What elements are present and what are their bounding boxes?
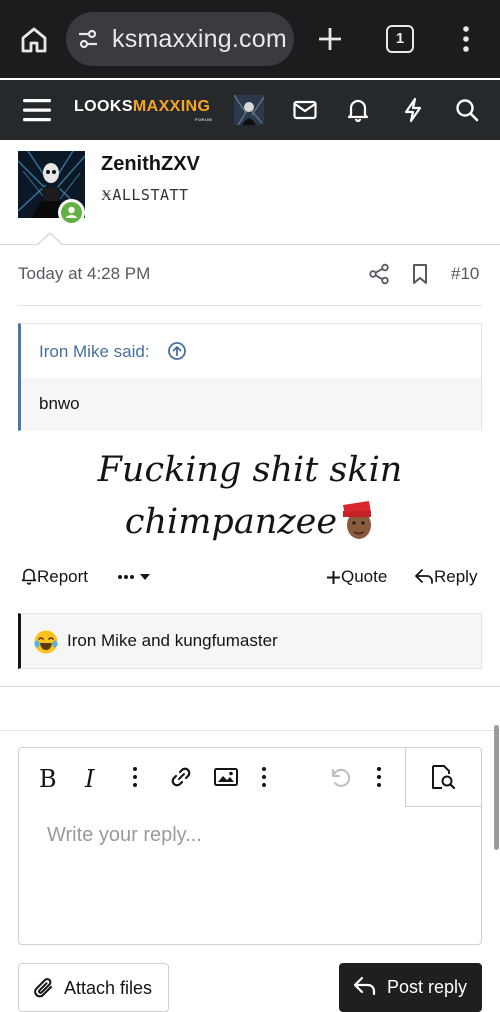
post-date[interactable]: Today at 4:28 PM — [18, 264, 150, 284]
divider — [0, 730, 500, 731]
menu-icon[interactable] — [22, 96, 52, 124]
preview-icon[interactable] — [429, 764, 457, 790]
post-text-line2: chimpanzee — [124, 502, 338, 542]
site-header: LOOKSMAXXING FORUM — [0, 80, 500, 140]
search-icon[interactable] — [454, 97, 480, 123]
quote-author[interactable]: Iron Mike said: — [39, 342, 150, 362]
site-settings-icon[interactable] — [76, 27, 100, 51]
toolbar-divider — [405, 748, 406, 806]
quote-label: Quote — [341, 567, 388, 586]
author-title: ӾALLSTATT — [101, 186, 189, 204]
quote-button[interactable]: Quote — [326, 567, 387, 587]
reactions-bar[interactable]: Iron Mike and kungfumaster — [18, 613, 482, 669]
more-vert-icon[interactable] — [454, 24, 478, 54]
home-icon[interactable] — [18, 24, 50, 56]
share-icon[interactable] — [368, 263, 390, 285]
plus-icon — [327, 571, 340, 584]
more-vert-icon[interactable] — [252, 764, 276, 790]
more-options-button[interactable] — [117, 567, 157, 587]
attach-files-label: Attach files — [64, 978, 153, 998]
toolbar-divider — [405, 806, 482, 807]
quote-text: bnwo — [39, 394, 80, 413]
reply-input[interactable]: Write your reply... — [47, 824, 202, 847]
address-bar[interactable]: ksmaxxing.com — [66, 12, 294, 66]
bell-icon — [21, 568, 37, 585]
quote-block: Iron Mike said: bnwo — [18, 323, 482, 431]
more-horiz-icon — [118, 574, 150, 580]
laughing-emoji-icon — [34, 630, 58, 654]
jump-to-quote-icon[interactable] — [167, 341, 187, 361]
new-tab-icon[interactable] — [316, 25, 344, 53]
reactions-text[interactable]: Iron Mike and kungfumaster — [67, 631, 278, 651]
reply-button[interactable]: Reply — [414, 567, 477, 587]
divider — [0, 686, 500, 687]
paperclip-icon — [34, 978, 52, 998]
site-logo[interactable]: LOOKSMAXXING FORUM — [74, 98, 212, 122]
more-vert-icon[interactable] — [123, 764, 147, 790]
post-reply-label: Post reply — [387, 977, 468, 997]
post-author-block: ZenithZXV ӾALLSTATT — [0, 140, 500, 245]
bell-icon[interactable] — [345, 97, 371, 123]
undo-icon[interactable] — [327, 764, 351, 790]
report-button[interactable]: Report — [21, 567, 88, 587]
divider — [18, 305, 482, 306]
report-label: Report — [37, 567, 89, 586]
post-text-line1: Fucking shit skin — [97, 450, 403, 490]
mail-icon[interactable] — [292, 97, 318, 123]
user-online-icon — [65, 206, 78, 218]
reply-icon — [353, 976, 376, 996]
tab-switcher-button[interactable]: 1 — [386, 25, 414, 53]
quote-body: bnwo — [21, 378, 481, 431]
post-text-line2-wrap: chimpanzee — [125, 496, 375, 548]
reply-label: Reply — [434, 567, 478, 586]
author-name[interactable]: ZenithZXV — [101, 153, 200, 176]
author-arrow-fill — [37, 234, 63, 246]
image-icon[interactable] — [213, 764, 239, 790]
quote-header: Iron Mike said: — [21, 324, 481, 378]
post-body: Fucking shit skin chimpanzee — [0, 444, 500, 548]
browser-toolbar: ksmaxxing.com 1 — [0, 0, 500, 78]
url-text[interactable]: ksmaxxing.com — [112, 25, 287, 54]
online-status-badge — [58, 199, 85, 226]
bookmark-icon[interactable] — [410, 263, 430, 285]
reply-icon — [415, 569, 433, 584]
user-avatar[interactable] — [234, 95, 264, 125]
post-actions: Report Quote Reply — [0, 562, 500, 594]
post-number[interactable]: #10 — [451, 264, 479, 284]
italic-button[interactable]: I — [85, 765, 109, 793]
bold-button[interactable]: B — [39, 765, 63, 793]
more-vert-icon[interactable] — [367, 764, 391, 790]
face-emoji-icon — [343, 501, 372, 539]
editor-toolbar: B I — [19, 748, 481, 806]
attach-files-button[interactable]: Attach files — [18, 963, 169, 1012]
reply-editor: B I Write your reply... — [18, 747, 482, 945]
page-scrollbar[interactable] — [494, 725, 499, 850]
bolt-icon[interactable] — [400, 97, 426, 123]
link-icon[interactable] — [169, 764, 193, 790]
post-reply-button[interactable]: Post reply — [339, 963, 482, 1012]
